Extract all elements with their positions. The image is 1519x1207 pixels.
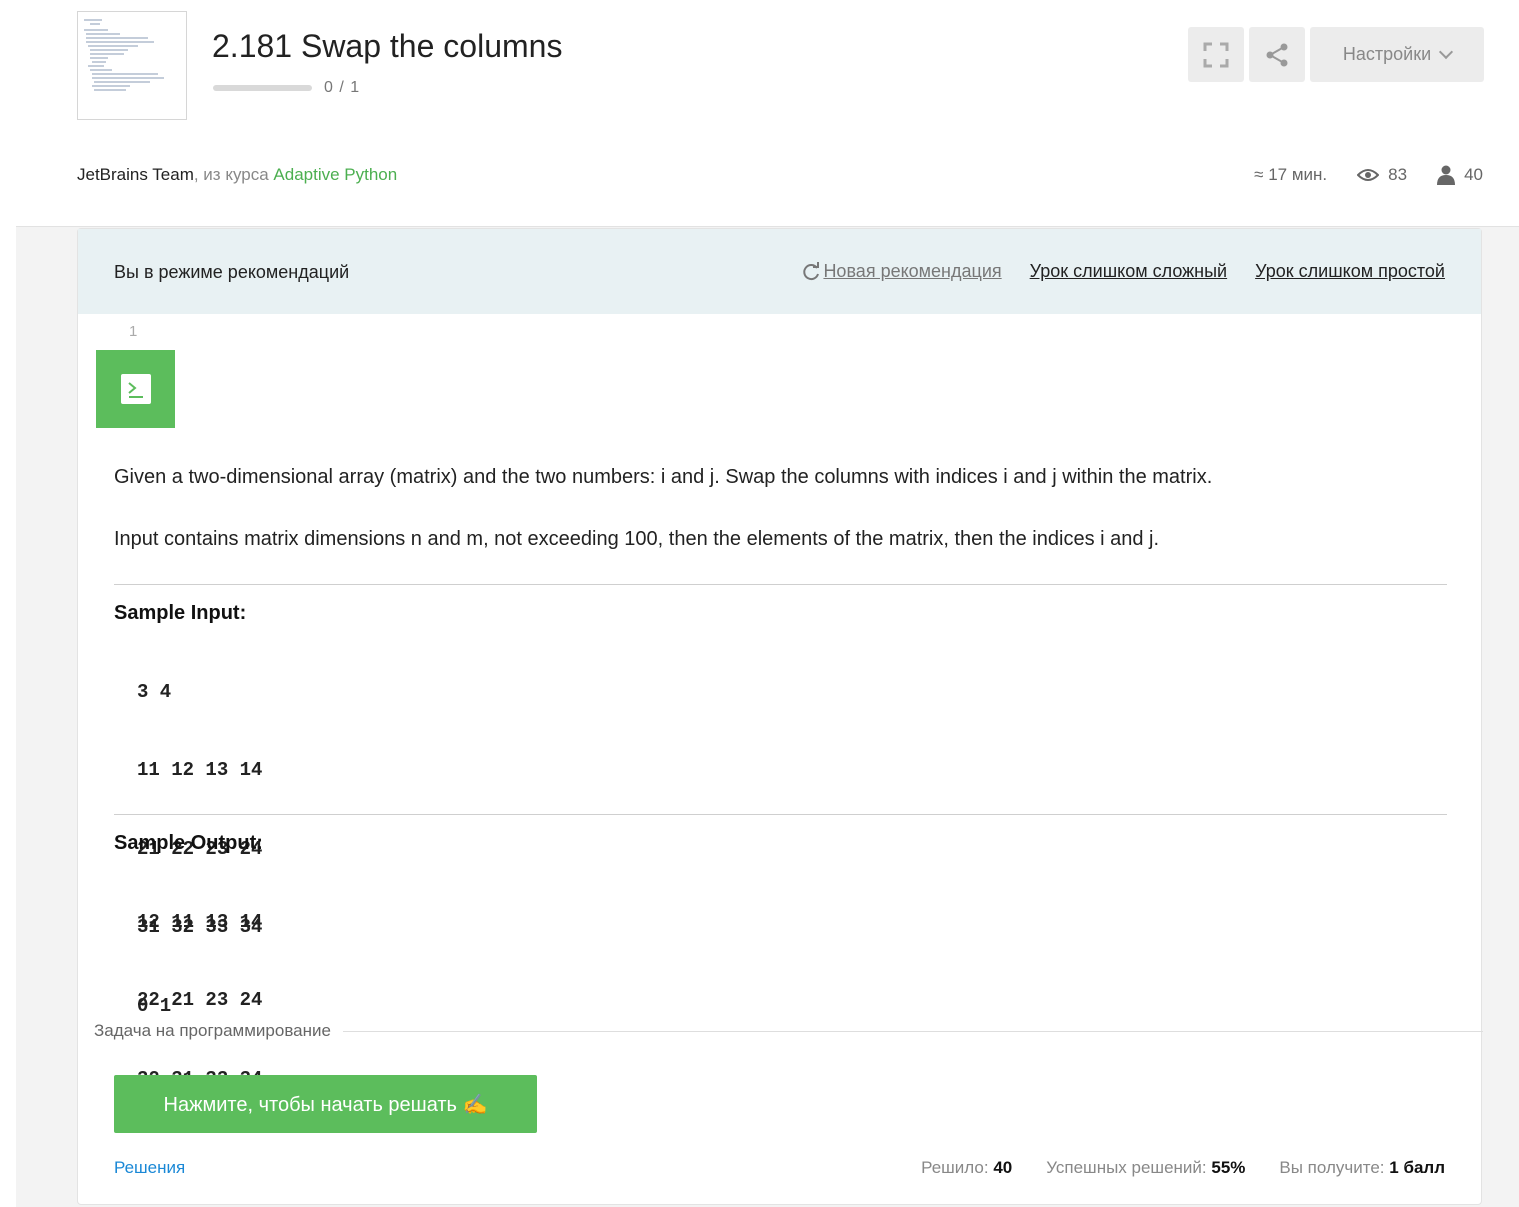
success-stat: Успешных решений: 55% — [1046, 1158, 1245, 1178]
step-card: Вы в режиме рекомендаций Новая рекоменда… — [77, 228, 1483, 1205]
learners-value: 40 — [1464, 165, 1483, 184]
recommendation-mode-text: Вы в режиме рекомендаций — [114, 262, 350, 282]
step-code-tab[interactable] — [96, 350, 175, 428]
divider — [114, 584, 1447, 585]
task-stats: Решило: 40 Успешных решений: 55% Вы полу… — [921, 1158, 1445, 1178]
refresh-icon — [803, 261, 820, 280]
new-recommendation-label: Новая рекомендация — [823, 261, 1002, 281]
input-description: Input contains matrix dimensions n and m… — [114, 528, 1160, 550]
views-count: 83 — [1357, 165, 1407, 185]
success-value: 55% — [1211, 1158, 1246, 1177]
too-hard-link[interactable]: Урок слишком сложный — [1030, 261, 1227, 282]
reward-value: 1 балл — [1389, 1158, 1445, 1177]
lesson-thumbnail — [77, 11, 187, 120]
fullscreen-icon — [1203, 42, 1229, 67]
solved-label: Решило: — [921, 1158, 989, 1177]
too-easy-link[interactable]: Урок слишком простой — [1255, 261, 1445, 282]
reward-stat: Вы получите: 1 балл — [1279, 1158, 1445, 1178]
terminal-icon — [120, 374, 151, 404]
sample-input-label: Sample Input: — [114, 602, 247, 624]
eye-icon — [1357, 169, 1380, 181]
solutions-link[interactable]: Решения — [114, 1158, 185, 1178]
success-label: Успешных решений: — [1046, 1158, 1207, 1177]
time-estimate: ≈ 17 мин. — [1254, 165, 1328, 184]
task-type-header: Задача на программирование — [94, 1021, 1483, 1041]
share-icon — [1266, 43, 1288, 66]
lesson-progress-text: 0 / 1 — [324, 79, 361, 96]
divider — [114, 814, 1447, 815]
reward-label: Вы получите: — [1279, 1158, 1385, 1177]
recommendation-links: Новая рекомендация Урок слишком сложный … — [801, 261, 1445, 282]
solved-stat: Решило: 40 — [921, 1158, 1012, 1178]
settings-dropdown[interactable]: Настройки — [1310, 27, 1484, 82]
new-recommendation-link[interactable]: Новая рекомендация — [801, 261, 1002, 282]
problem-statement: Given a two-dimensional array (matrix) a… — [114, 466, 1213, 488]
sample-input-line: 11 12 13 14 — [137, 759, 263, 782]
start-solving-button[interactable]: Нажмите, чтобы начать решать ✍ — [114, 1075, 537, 1133]
lesson-progress-bar — [213, 85, 312, 91]
chevron-down-icon — [1439, 44, 1454, 59]
sample-output-line: 22 21 23 24 — [137, 989, 263, 1012]
sample-input-line: 3 4 — [137, 681, 172, 703]
from-course-text: , из курса — [193, 165, 269, 184]
lesson-title: 2.181 Swap the columns — [212, 28, 563, 64]
sample-output-line: 12 11 13 14 — [137, 911, 263, 933]
fullscreen-button[interactable] — [1188, 27, 1244, 82]
user-icon — [1437, 165, 1456, 185]
views-value: 83 — [1388, 165, 1408, 184]
task-type-label: Задача на программирование — [94, 1021, 331, 1040]
learners-count: 40 — [1437, 165, 1483, 185]
share-button[interactable] — [1249, 27, 1305, 82]
divider — [342, 1030, 1483, 1032]
sample-output-label: Sample Output: — [114, 832, 263, 854]
lesson-author-line: JetBrains Team, из курса Adaptive Python — [77, 165, 397, 185]
recommendation-bar: Вы в режиме рекомендаций Новая рекоменда… — [78, 229, 1481, 314]
settings-label: Настройки — [1342, 44, 1432, 64]
lesson-stats: ≈ 17 мин. 83 40 — [1254, 165, 1483, 185]
solved-value: 40 — [993, 1158, 1013, 1177]
course-link[interactable]: Adaptive Python — [273, 165, 397, 184]
step-number[interactable]: 1 — [129, 323, 137, 340]
author-name[interactable]: JetBrains Team — [77, 165, 194, 184]
